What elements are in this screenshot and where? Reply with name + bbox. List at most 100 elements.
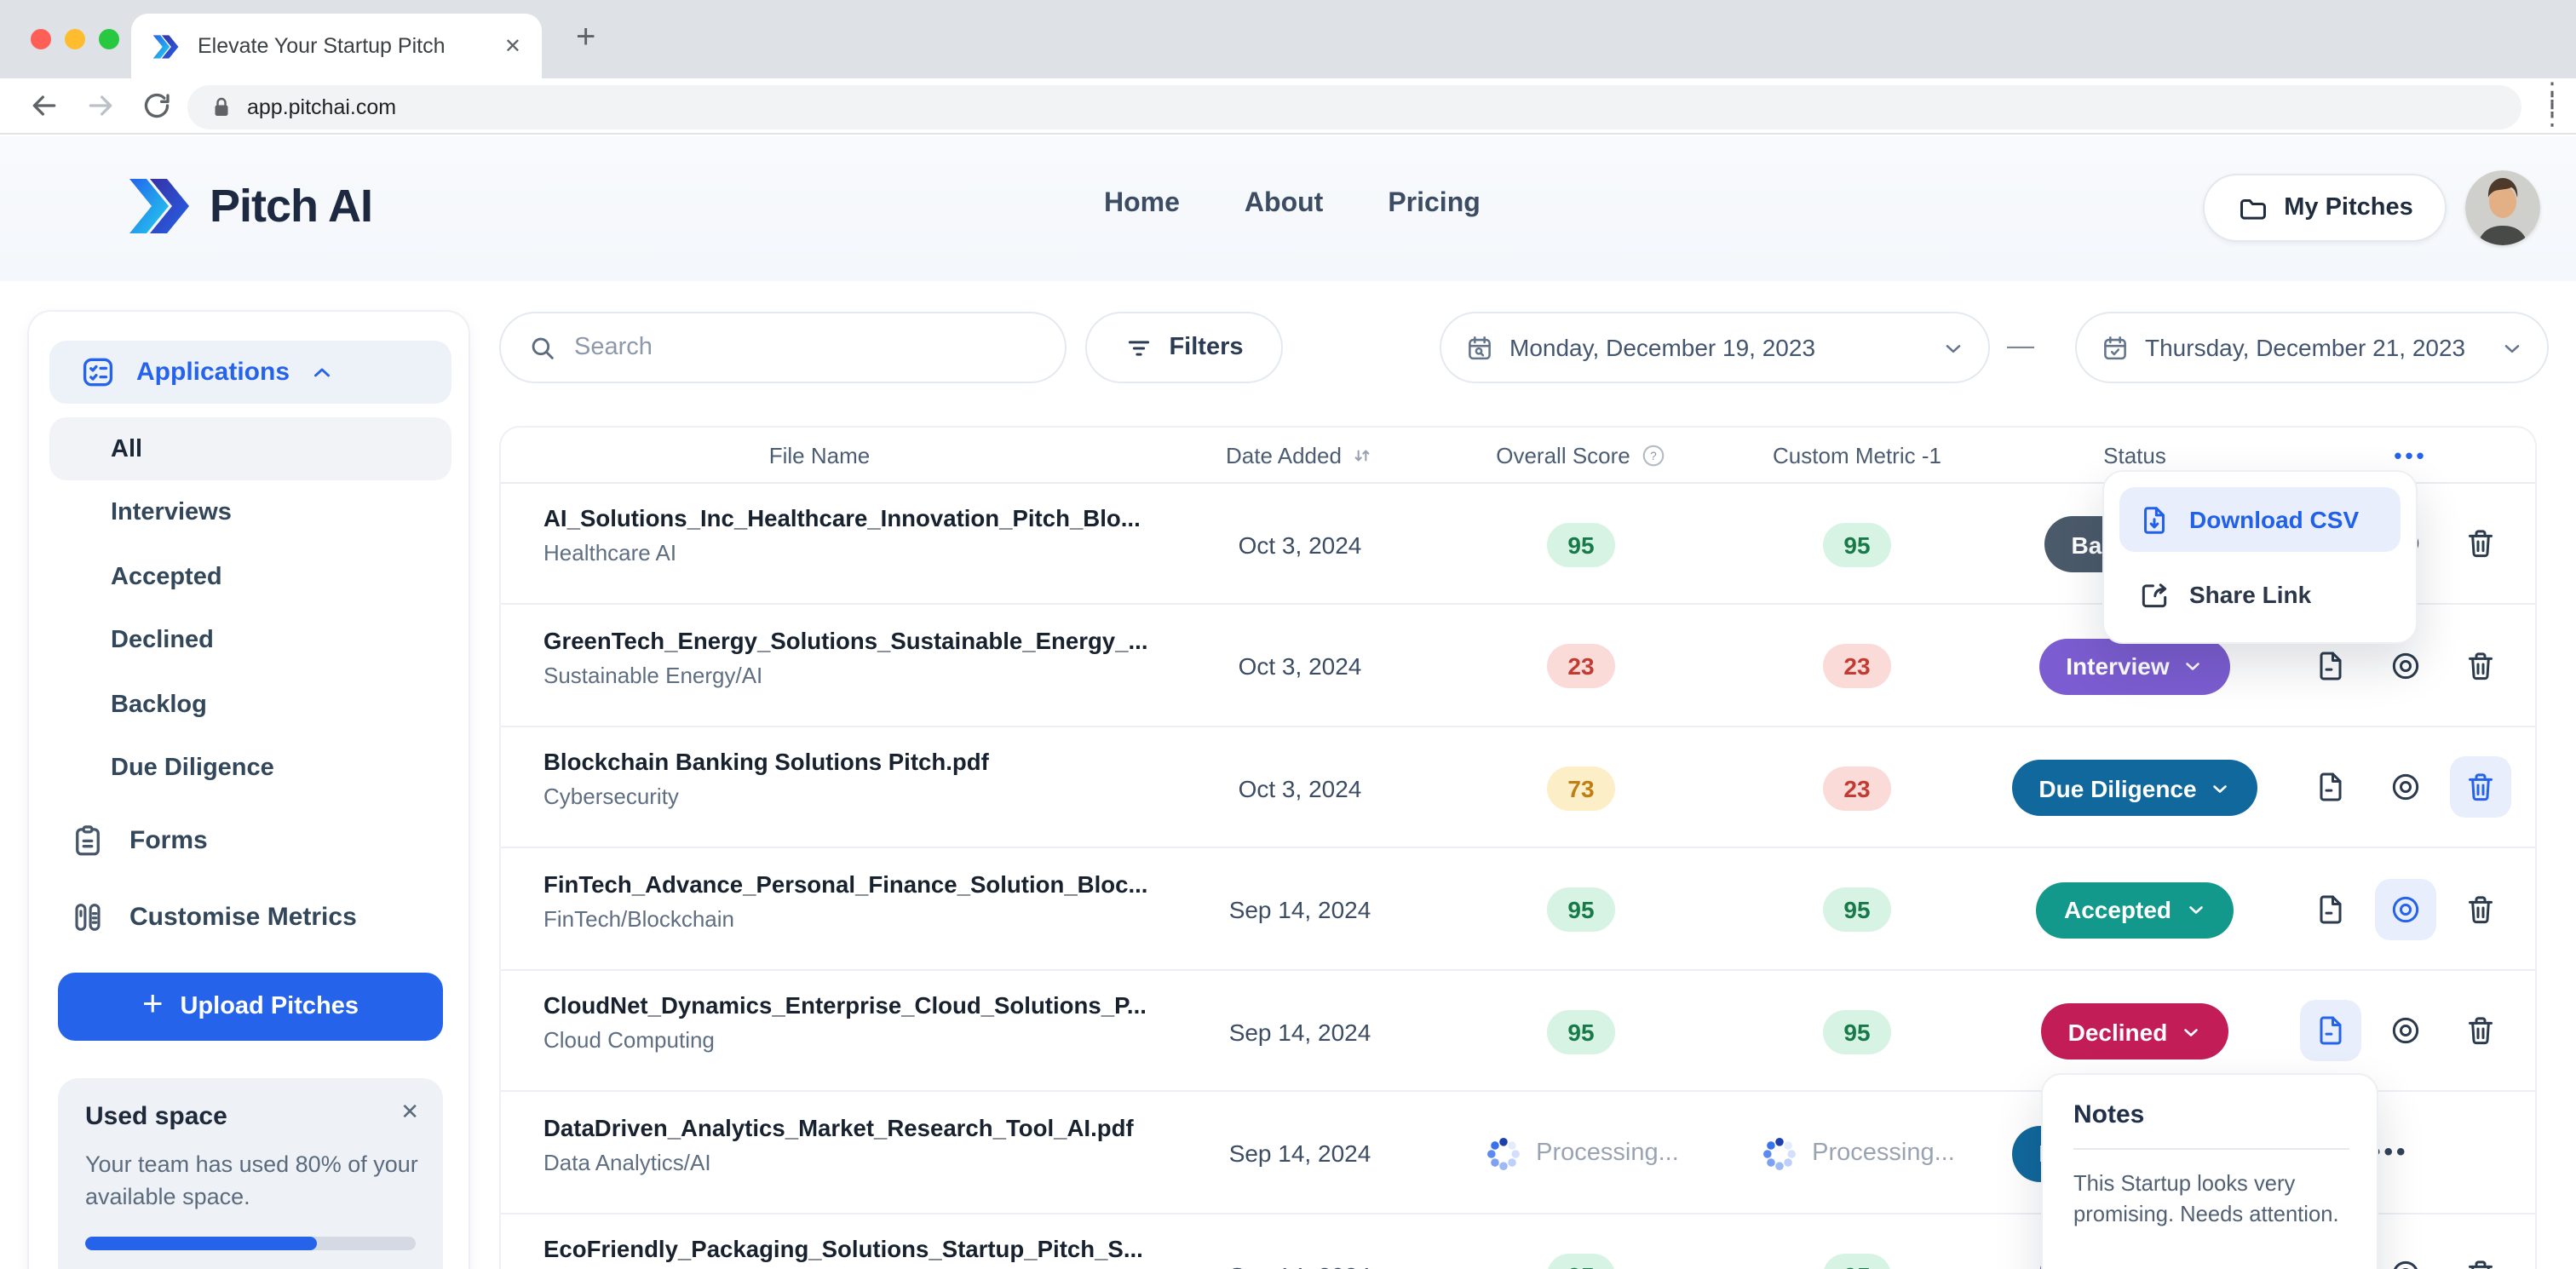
score-badge: 95 [1547, 887, 1615, 932]
sidebar-item-backlog[interactable]: Backlog [49, 673, 451, 736]
notes-body: This Startup looks very promising. Needs… [2073, 1170, 2339, 1226]
minimize-window-button[interactable] [65, 29, 85, 49]
share-icon [2142, 583, 2167, 607]
sidebar-item-accepted[interactable]: Accepted [49, 545, 451, 608]
sidebar-applications-label: Applications [136, 358, 290, 387]
used-space-progress-track [85, 1237, 416, 1250]
lock-icon [215, 97, 228, 116]
browser-toolbar: app.pitchai.com ⋮ ⋮ ⋮ [0, 78, 2576, 135]
sidebar-item-forms[interactable]: Forms [70, 823, 208, 858]
sidebar: Applications All Interviews Accepted Dec… [27, 310, 470, 1269]
date-to-select[interactable]: Thursday, December 21, 2023 [2075, 312, 2549, 383]
processing-spinner-icon [1762, 1137, 1796, 1169]
score-badge: 23 [1823, 766, 1891, 810]
back-icon[interactable] [27, 89, 61, 123]
my-pitches-button[interactable]: My Pitches [2203, 174, 2447, 242]
date-range-separator: — [2007, 332, 2034, 361]
file-action-button[interactable] [2300, 756, 2361, 818]
sidebar-item-customise-metrics[interactable]: Customise Metrics [70, 899, 357, 935]
chevrons-logo-icon [126, 177, 194, 235]
used-space-card: Used space ✕ Your team has used 80% of y… [58, 1078, 443, 1269]
nav-about[interactable]: About [1245, 189, 1323, 220]
user-avatar[interactable] [2465, 170, 2540, 245]
file-name: Blockchain Banking Solutions Pitch.pdf [543, 749, 989, 775]
brand-logo[interactable]: Pitch AI [126, 177, 373, 235]
download-csv-label: Download CSV [2189, 506, 2360, 533]
trash-action-button[interactable] [2450, 1243, 2511, 1269]
used-space-progress-fill [85, 1237, 317, 1250]
file-name-cell: Blockchain Banking Solutions Pitch.pdf C… [543, 749, 1199, 809]
sort-icon [1355, 450, 1371, 462]
chevron-down-icon [2188, 906, 2202, 914]
eye-action-button[interactable] [2375, 1000, 2436, 1061]
sidebar-item-due-diligence[interactable]: Due Diligence [49, 737, 451, 800]
main-nav: Home About Pricing [1104, 189, 1481, 220]
browser-menu-icon[interactable]: ⋮ ⋮ ⋮ [2539, 80, 2566, 129]
used-space-title: Used space [85, 1102, 227, 1131]
status-badge-dropdown[interactable]: Due Diligence [2011, 760, 2258, 816]
sidebar-item-interviews[interactable]: Interviews [49, 481, 451, 544]
new-tab-button[interactable]: + [576, 20, 595, 55]
refresh-icon[interactable] [140, 89, 174, 123]
file-icon [2320, 651, 2342, 680]
file-icon [2320, 1016, 2342, 1045]
eye-icon [2392, 652, 2419, 679]
upload-pitches-button[interactable]: + Upload Pitches [58, 973, 443, 1041]
menu-item-share-link[interactable]: Share Link [2119, 562, 2401, 627]
close-window-button[interactable] [31, 29, 51, 49]
eye-action-button[interactable] [2375, 878, 2436, 939]
menu-item-download-csv[interactable]: Download CSV [2119, 487, 2401, 552]
forward-icon[interactable] [83, 89, 118, 123]
eye-action-button[interactable] [2375, 1243, 2436, 1269]
sidebar-item-applications[interactable]: Applications [49, 341, 451, 404]
table-row[interactable]: FinTech_Advance_Personal_Finance_Solutio… [501, 849, 2535, 970]
notes-title: Notes [2073, 1100, 2145, 1129]
search-input[interactable] [574, 334, 1000, 361]
nav-pricing[interactable]: Pricing [1388, 189, 1480, 220]
date-from-select[interactable]: Monday, December 19, 2023 [1440, 312, 1990, 383]
metrics-sliders-icon [75, 904, 101, 931]
trash-icon [2469, 530, 2493, 558]
status-badge-dropdown[interactable]: Declined [2040, 1003, 2229, 1059]
upload-pitches-label: Upload Pitches [180, 993, 359, 1020]
browser-tab[interactable]: Elevate Your Startup Pitch ✕ [131, 14, 542, 78]
file-name-cell: AI_Solutions_Inc_Healthcare_Innovation_P… [543, 506, 1199, 566]
eye-action-button[interactable] [2375, 756, 2436, 818]
chevron-down-icon [2184, 1028, 2199, 1036]
chevron-down-icon [2213, 784, 2228, 792]
sidebar-item-all[interactable]: All [49, 417, 451, 480]
status-badge-dropdown[interactable]: Interview [2038, 638, 2231, 694]
help-icon[interactable]: ? [1641, 443, 1666, 468]
score-badge: 95 [1823, 522, 1891, 566]
filters-button[interactable]: Filters [1085, 312, 1283, 383]
status-badge-dropdown[interactable]: Accepted [2036, 881, 2234, 938]
column-header-file-name[interactable]: File Name [501, 428, 1138, 484]
maximize-window-button[interactable] [99, 29, 119, 49]
file-category: Cloud Computing [543, 1027, 715, 1053]
sidebar-item-declined[interactable]: Declined [49, 609, 451, 672]
file-category: FinTech/Blockchain [543, 905, 734, 931]
trash-action-button[interactable] [2450, 634, 2511, 696]
close-icon[interactable]: ✕ [400, 1099, 419, 1126]
trash-action-button[interactable] [2450, 1000, 2511, 1061]
tab-close-icon[interactable]: ✕ [504, 34, 521, 58]
filters-label: Filters [1169, 334, 1244, 361]
trash-action-button[interactable] [2450, 756, 2511, 818]
trash-action-button[interactable] [2450, 878, 2511, 939]
file-name: DataDriven_Analytics_Market_Research_Too… [543, 1115, 1134, 1140]
file-action-button[interactable] [2300, 878, 2361, 939]
file-action-button[interactable] [2300, 1000, 2361, 1061]
file-icon [2320, 772, 2342, 801]
filter-lines-icon [1129, 340, 1150, 355]
score-badge: 95 [1547, 1253, 1615, 1269]
file-category: Cybersecurity [543, 784, 679, 809]
table-row[interactable]: Blockchain Banking Solutions Pitch.pdf C… [501, 727, 2535, 848]
browser-window: Elevate Your Startup Pitch ✕ + app.pitch… [0, 0, 2576, 1269]
app-header: Pitch AI Home About Pricing My Pitches [0, 136, 2576, 281]
chevron-down-icon [1946, 344, 1961, 353]
applications-checklist-icon [83, 358, 113, 387]
nav-home[interactable]: Home [1104, 189, 1180, 220]
chevron-up-icon [314, 367, 331, 376]
url-bar[interactable]: app.pitchai.com [187, 85, 2521, 129]
trash-action-button[interactable] [2450, 513, 2511, 574]
